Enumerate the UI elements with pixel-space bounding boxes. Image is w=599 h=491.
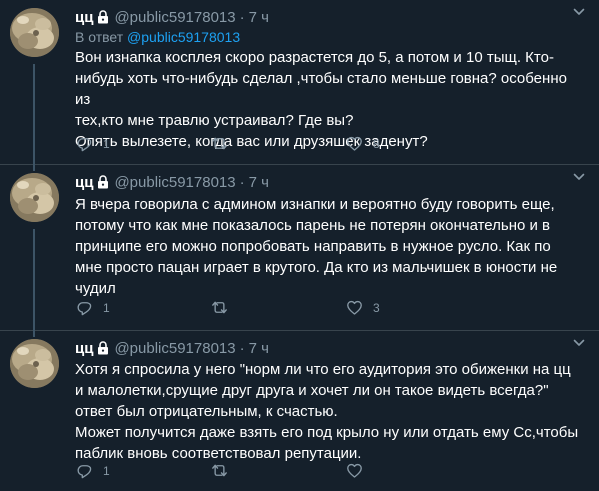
tweet-header: цц @public59178013 · 7 ч xyxy=(75,173,583,191)
like-button[interactable] xyxy=(345,461,480,480)
tweet-text-line: мне просто пацан играет в крутого. Да кт… xyxy=(75,259,558,276)
lock-icon xyxy=(97,175,109,189)
avatar-image xyxy=(10,8,59,57)
retweet-button[interactable] xyxy=(210,461,345,480)
avatar[interactable] xyxy=(10,8,59,57)
retweet-button[interactable] xyxy=(210,298,345,317)
like-count: 3 xyxy=(373,300,380,315)
tweet-text-line: Может получится даже взять его под крыло… xyxy=(75,424,579,441)
chevron-down-icon[interactable] xyxy=(573,339,585,347)
tweet-text-line: и малолетки,срущие друг друга и хочет ли… xyxy=(75,382,549,399)
thread-line xyxy=(33,64,35,165)
reply-count: 1 xyxy=(103,136,110,151)
tweet[interactable]: цц @public59178013 · 7 ч В ответ @public… xyxy=(0,0,599,165)
separator-dot: · xyxy=(239,339,245,357)
display-name[interactable]: цц xyxy=(75,9,93,26)
tweet[interactable]: цц @public59178013 · 7 ч Хотя я спросила… xyxy=(0,331,599,491)
avatar-image xyxy=(10,339,59,388)
timestamp[interactable]: 7 ч xyxy=(249,9,269,26)
tweet-text-line: ответ был отрицательным, к счастью. xyxy=(75,403,338,420)
tweet-text-line: Вон изнапка косплея скоро разрастется до… xyxy=(75,49,554,66)
retweet-icon xyxy=(210,298,229,317)
tweet-text-line: чудил xyxy=(75,280,116,297)
lock-icon xyxy=(97,341,109,355)
action-bar: 1 8 xyxy=(75,134,480,153)
reply-button[interactable]: 1 xyxy=(75,461,210,480)
reply-icon xyxy=(75,134,94,153)
user-handle[interactable]: @public59178013 xyxy=(114,9,235,26)
tweet-text: Я вчера говорила с админом изнапки и вер… xyxy=(75,194,583,299)
thread-line xyxy=(33,331,35,337)
tweet-header: цц @public59178013 · 7 ч xyxy=(75,8,583,26)
action-bar: 1 3 xyxy=(75,298,480,317)
heart-icon xyxy=(345,134,364,153)
user-handle[interactable]: @public59178013 xyxy=(114,174,235,191)
reply-icon xyxy=(75,461,94,480)
retweet-icon xyxy=(210,134,229,153)
avatar[interactable] xyxy=(10,339,59,388)
reply-count: 1 xyxy=(103,300,110,315)
timeline: цц @public59178013 · 7 ч В ответ @public… xyxy=(0,0,599,491)
heart-icon xyxy=(345,461,364,480)
reply-count: 1 xyxy=(103,463,110,478)
tweet-text: Хотя я спросила у него "норм ли что его … xyxy=(75,359,583,464)
tweet-text-line: нибудь хоть что-нибудь сделал ,чтобы ста… xyxy=(75,70,567,108)
reply-button[interactable]: 1 xyxy=(75,134,210,153)
tweet-text-line: Я вчера говорила с админом изнапки и вер… xyxy=(75,196,555,213)
action-bar: 1 xyxy=(75,461,480,480)
tweet-text-line: Хотя я спросила у него "норм ли что его … xyxy=(75,361,571,378)
timestamp[interactable]: 7 ч xyxy=(249,340,269,357)
heart-icon xyxy=(345,298,364,317)
thread-line xyxy=(33,229,35,331)
tweet-header: цц @public59178013 · 7 ч xyxy=(75,339,583,357)
separator-dot: · xyxy=(239,8,245,26)
reply-icon xyxy=(75,298,94,317)
separator-dot: · xyxy=(239,173,245,191)
avatar-image xyxy=(10,173,59,222)
reply-context: В ответ @public59178013 xyxy=(75,29,583,45)
reply-label: В ответ xyxy=(75,29,124,45)
tweet-text-line: потому что как мне показалось парень не … xyxy=(75,217,551,234)
thread-line xyxy=(33,165,35,171)
like-count: 8 xyxy=(373,136,380,151)
timestamp[interactable]: 7 ч xyxy=(249,174,269,191)
tweet[interactable]: цц @public59178013 · 7 ч Я вчера говорил… xyxy=(0,165,599,331)
reply-mention-link[interactable]: @public59178013 xyxy=(127,29,240,45)
tweet-text-line: тех,кто мне травлю устраивал? Где вы? xyxy=(75,112,354,129)
retweet-icon xyxy=(210,461,229,480)
chevron-down-icon[interactable] xyxy=(573,8,585,16)
like-button[interactable]: 3 xyxy=(345,298,480,317)
avatar[interactable] xyxy=(10,173,59,222)
user-handle[interactable]: @public59178013 xyxy=(114,340,235,357)
chevron-down-icon[interactable] xyxy=(573,173,585,181)
reply-button[interactable]: 1 xyxy=(75,298,210,317)
display-name[interactable]: цц xyxy=(75,174,93,191)
lock-icon xyxy=(97,10,109,24)
retweet-button[interactable] xyxy=(210,134,345,153)
tweet-text-line: принципе его можно попробовать направить… xyxy=(75,238,551,255)
like-button[interactable]: 8 xyxy=(345,134,480,153)
display-name[interactable]: цц xyxy=(75,340,93,357)
